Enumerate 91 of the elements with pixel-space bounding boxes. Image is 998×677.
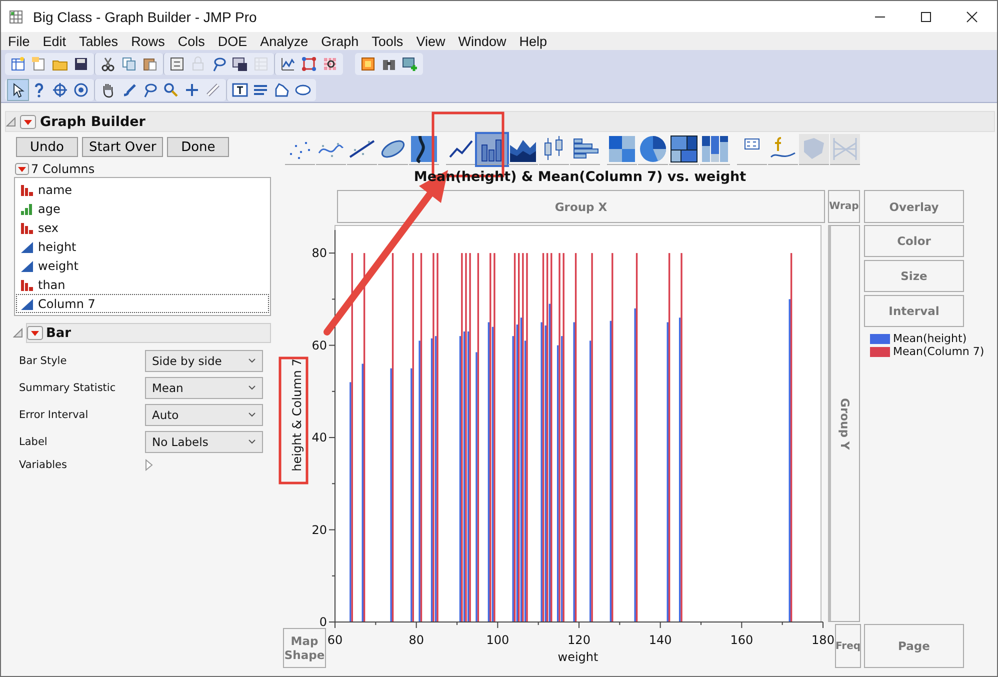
expand-triangle-icon[interactable] bbox=[145, 459, 153, 471]
triangle-icon bbox=[20, 298, 34, 310]
drop-zone[interactable]: Freq bbox=[835, 624, 861, 668]
menu-item[interactable]: Window bbox=[458, 34, 506, 48]
axis-tick-label: 20 bbox=[312, 522, 327, 537]
menu-item[interactable]: DOE bbox=[218, 34, 248, 48]
axis-tick-label: 0 bbox=[319, 615, 327, 629]
option-label: Variables bbox=[18, 459, 68, 471]
drop-zone[interactable]: Wrap bbox=[828, 190, 860, 223]
network-icon[interactable] bbox=[299, 54, 319, 74]
option-label: Summary Statistic bbox=[18, 382, 117, 394]
axis-tick-label: 40 bbox=[312, 430, 327, 445]
option-label: Bar Style bbox=[18, 354, 68, 366]
drop-zone[interactable]: Group Y bbox=[828, 225, 860, 622]
crosshair-icon[interactable] bbox=[50, 80, 70, 100]
menu-item[interactable]: View bbox=[416, 34, 446, 48]
dropdown-menu-icon[interactable] bbox=[20, 114, 36, 128]
axis-tick-label: 60 bbox=[327, 633, 343, 647]
legend-label: Mean(height) bbox=[893, 332, 967, 345]
axis-tick-label: 120 bbox=[568, 633, 590, 647]
axis-tick-label: 80 bbox=[312, 246, 327, 260]
bar-chart-icon[interactable] bbox=[477, 134, 507, 165]
dropdown[interactable]: Auto bbox=[145, 404, 263, 426]
drop-zone[interactable]: Interval bbox=[864, 295, 964, 327]
chevron-down-icon bbox=[248, 438, 256, 444]
column-item[interactable]: weight bbox=[16, 256, 269, 275]
axis-tick-label: 60 bbox=[312, 338, 327, 352]
option-label: Label bbox=[18, 436, 48, 448]
axis-tick-label: 80 bbox=[408, 633, 424, 647]
bar-chart-icon bbox=[20, 184, 34, 196]
drop-zone[interactable]: Overlay bbox=[864, 190, 964, 223]
menu-item[interactable]: Help bbox=[519, 34, 547, 48]
bar-chart-icon bbox=[20, 222, 34, 234]
disclosure-triangle-icon[interactable] bbox=[6, 116, 16, 126]
column-item[interactable]: height bbox=[16, 237, 269, 256]
chevron-down-icon bbox=[248, 384, 256, 390]
menu-item[interactable]: Edit bbox=[42, 34, 66, 48]
bar-chart-icon bbox=[20, 278, 34, 290]
triangle-icon bbox=[20, 260, 34, 272]
axis-tick-label: 180 bbox=[812, 633, 834, 647]
dropdown[interactable]: No Labels bbox=[145, 430, 263, 452]
close-icon[interactable] bbox=[965, 10, 979, 24]
dropdown-menu-icon[interactable] bbox=[27, 326, 43, 340]
pointer-icon[interactable] bbox=[8, 80, 28, 100]
drop-zone[interactable]: Group X bbox=[337, 190, 825, 223]
toolbar-button[interactable]: Done bbox=[167, 137, 230, 157]
menu-item[interactable]: Rows bbox=[131, 34, 165, 48]
maximize-icon[interactable] bbox=[919, 10, 933, 24]
toolbar-button[interactable]: Start Over bbox=[82, 137, 164, 157]
chevron-down-icon bbox=[248, 358, 256, 364]
menu-item[interactable]: Cols bbox=[178, 34, 205, 48]
chevron-down-icon bbox=[248, 412, 256, 418]
drop-zone[interactable]: Map Shape bbox=[283, 628, 326, 668]
menu-item[interactable]: Tables bbox=[79, 34, 118, 48]
axis-tick-label: 140 bbox=[648, 633, 672, 647]
formula-chart-icon[interactable] bbox=[768, 134, 798, 165]
axis-tick-label: 100 bbox=[486, 633, 510, 647]
disclosure-triangle-icon[interactable] bbox=[13, 328, 23, 338]
bar-chart-icon bbox=[20, 202, 34, 214]
drop-zone[interactable]: Color bbox=[864, 225, 964, 257]
column-item[interactable]: age bbox=[16, 199, 269, 218]
column-item[interactable]: sex bbox=[16, 218, 269, 237]
mosaic-chart-icon[interactable] bbox=[700, 134, 730, 165]
pie-chart-icon[interactable] bbox=[638, 134, 668, 165]
box-plot-chart-icon[interactable] bbox=[539, 134, 569, 165]
drop-zone[interactable]: Page bbox=[864, 624, 964, 668]
section-title: Bar bbox=[46, 326, 72, 340]
treemap-chart-icon[interactable] bbox=[669, 134, 699, 165]
dropdown-menu-icon[interactable] bbox=[15, 163, 29, 175]
window-title: Big Class - Graph Builder - JMP Pro bbox=[33, 8, 257, 24]
drop-zone[interactable]: Size bbox=[864, 260, 964, 292]
dropdown[interactable]: Side by side bbox=[145, 350, 263, 372]
triangle-icon bbox=[20, 240, 34, 252]
axis-title: weight bbox=[558, 650, 598, 664]
columns-header: 7 Columns bbox=[31, 162, 95, 176]
heatmap-chart-icon[interactable] bbox=[607, 134, 637, 165]
section-title: Graph Builder bbox=[40, 114, 146, 130]
menu-item[interactable]: Tools bbox=[372, 34, 404, 48]
column-item[interactable]: than bbox=[16, 275, 269, 294]
axis-tick-label: 160 bbox=[730, 633, 754, 647]
axis-title: height & Column 7 bbox=[290, 358, 304, 472]
menu-item[interactable]: File bbox=[8, 34, 30, 48]
dropdown[interactable]: Mean bbox=[145, 376, 263, 398]
grid-icon bbox=[9, 10, 23, 24]
menu-item[interactable]: Analyze bbox=[260, 34, 308, 48]
option-label: Error Interval bbox=[18, 408, 90, 420]
column-item[interactable]: name bbox=[16, 180, 269, 199]
legend-label: Mean(Column 7) bbox=[893, 345, 984, 358]
column-item[interactable]: Column 7 bbox=[16, 294, 269, 313]
menu-item[interactable]: Graph bbox=[321, 34, 359, 48]
toolbar-button[interactable]: Undo bbox=[16, 137, 78, 157]
